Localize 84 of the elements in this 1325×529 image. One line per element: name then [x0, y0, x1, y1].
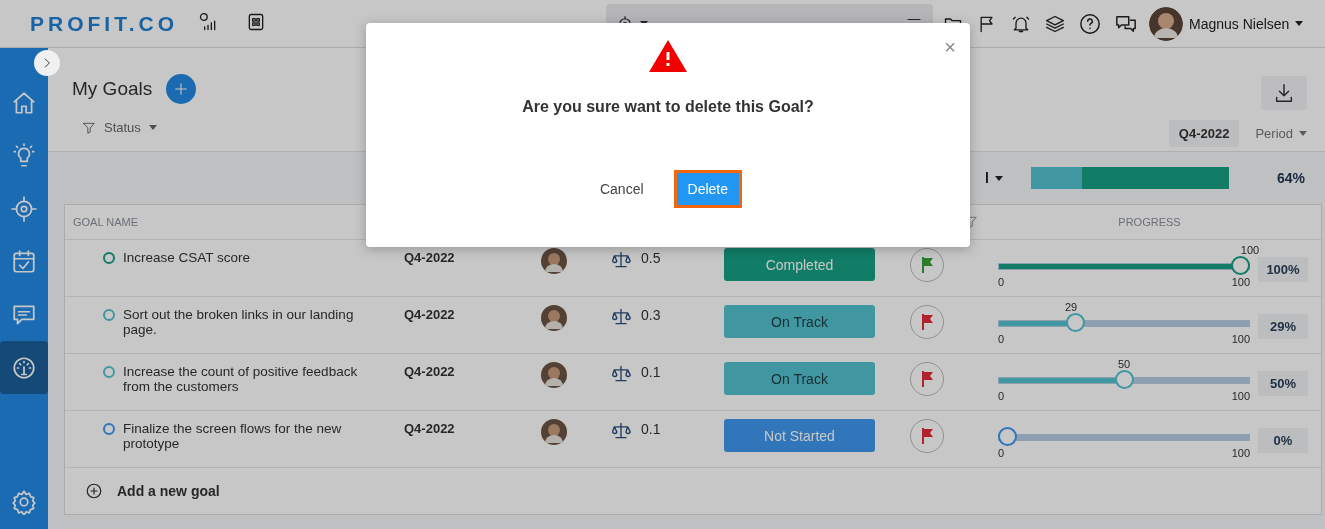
building-icon[interactable]	[246, 11, 266, 32]
period-chip: Q4-2022	[1168, 120, 1240, 147]
goal-name[interactable]: Increase CSAT score	[123, 250, 368, 265]
dialog-message: Are you sure want to delete this Goal?	[522, 98, 814, 116]
scale-icon	[611, 364, 631, 384]
slider-min: 0	[998, 447, 1005, 459]
slider-min: 0	[998, 276, 1005, 288]
dropdown-label[interactable]: l	[985, 170, 989, 186]
slider-min: 0	[998, 333, 1005, 345]
cancel-button[interactable]: Cancel	[593, 180, 650, 198]
slider-thumb[interactable]	[1231, 256, 1250, 275]
collapse-toggle[interactable]	[34, 50, 60, 76]
column-header: GOAL NAME	[72, 216, 139, 228]
owner-avatar	[541, 305, 567, 331]
chart-icon[interactable]	[198, 11, 218, 32]
weight-value: 0.1	[641, 421, 661, 437]
period-text: Q4-2022	[404, 307, 455, 322]
flag-button[interactable]	[910, 305, 944, 339]
page-title: My Goals	[72, 78, 153, 100]
add-goal-link[interactable]: Add a new goal	[117, 483, 220, 499]
period-text: Q4-2022	[404, 250, 455, 265]
sidebar-item[interactable]	[0, 341, 48, 394]
owner-avatar	[541, 362, 567, 388]
status-button[interactable]: Not Started	[724, 419, 875, 452]
owner-avatar	[541, 248, 567, 274]
target-icon	[11, 195, 37, 222]
slider-value: 100	[1240, 244, 1260, 256]
delete-button[interactable]: Delete	[673, 170, 743, 208]
settings-icon[interactable]	[11, 489, 37, 515]
status-dot	[103, 309, 115, 321]
weight-value: 0.1	[641, 364, 661, 380]
status-button[interactable]: On Track	[724, 362, 875, 395]
slider-thumb[interactable]	[998, 427, 1017, 446]
slider-min: 0	[998, 390, 1005, 402]
lightbulb-icon	[11, 142, 37, 169]
goal-name[interactable]: Finalize the screen flows for the new prototype	[123, 421, 368, 451]
scale-icon	[611, 307, 631, 327]
goal-name[interactable]: Sort out the broken links in our landing page.	[123, 307, 368, 337]
weight-value: 0.3	[641, 307, 661, 323]
period-dropdown[interactable]: Period	[1255, 126, 1293, 141]
download-icon	[1273, 82, 1295, 104]
add-circle-icon[interactable]	[85, 482, 103, 500]
status-button[interactable]: On Track	[724, 305, 875, 338]
help-icon[interactable]	[1079, 12, 1101, 35]
percent-value: 29%	[1258, 314, 1308, 339]
calendar-check-icon	[11, 248, 37, 275]
avatar[interactable]	[1149, 6, 1183, 41]
layers-icon[interactable]	[1045, 13, 1065, 34]
status-dot	[103, 366, 115, 378]
warning-icon	[649, 40, 687, 72]
slider-max: 100	[1231, 447, 1250, 459]
add-button[interactable]	[166, 74, 197, 104]
scale-icon	[611, 421, 631, 441]
goal-name[interactable]: Increase the count of positive feedback from the customers	[123, 364, 368, 394]
owner-avatar	[541, 419, 567, 445]
download-button[interactable]	[1261, 76, 1307, 110]
slider-value: 50	[1117, 358, 1131, 370]
flag-button[interactable]	[910, 248, 944, 282]
percent-value: 50%	[1258, 371, 1308, 396]
flag-button[interactable]	[910, 362, 944, 396]
flag-button[interactable]	[910, 419, 944, 453]
slider-thumb[interactable]	[1065, 313, 1085, 332]
slider-max: 100	[1231, 390, 1250, 402]
status-dot	[103, 423, 115, 435]
slider-max: 100	[1231, 276, 1250, 288]
percent-value: 100%	[1258, 257, 1308, 282]
plus-icon	[173, 81, 190, 97]
slider-thumb[interactable]	[1114, 370, 1134, 389]
status-filter[interactable]: Status	[104, 120, 141, 135]
status-dot	[103, 252, 115, 264]
column-header: PROGRESS	[1117, 216, 1182, 228]
slider-max: 100	[1231, 333, 1250, 345]
period-text: Q4-2022	[404, 364, 455, 379]
close-button[interactable]: ×	[944, 37, 956, 57]
gauge-icon	[11, 354, 37, 381]
weight-value: 0.5	[641, 250, 661, 266]
overall-percent: 64%	[1276, 170, 1305, 186]
status-button[interactable]: Completed	[724, 248, 875, 281]
percent-value: 0%	[1258, 428, 1308, 453]
user-name[interactable]: Magnus Nielsen	[1189, 15, 1290, 32]
slider-value: 29	[1064, 301, 1078, 313]
scale-icon	[611, 250, 631, 270]
period-text: Q4-2022	[404, 421, 455, 436]
filter-icon[interactable]	[82, 120, 96, 135]
